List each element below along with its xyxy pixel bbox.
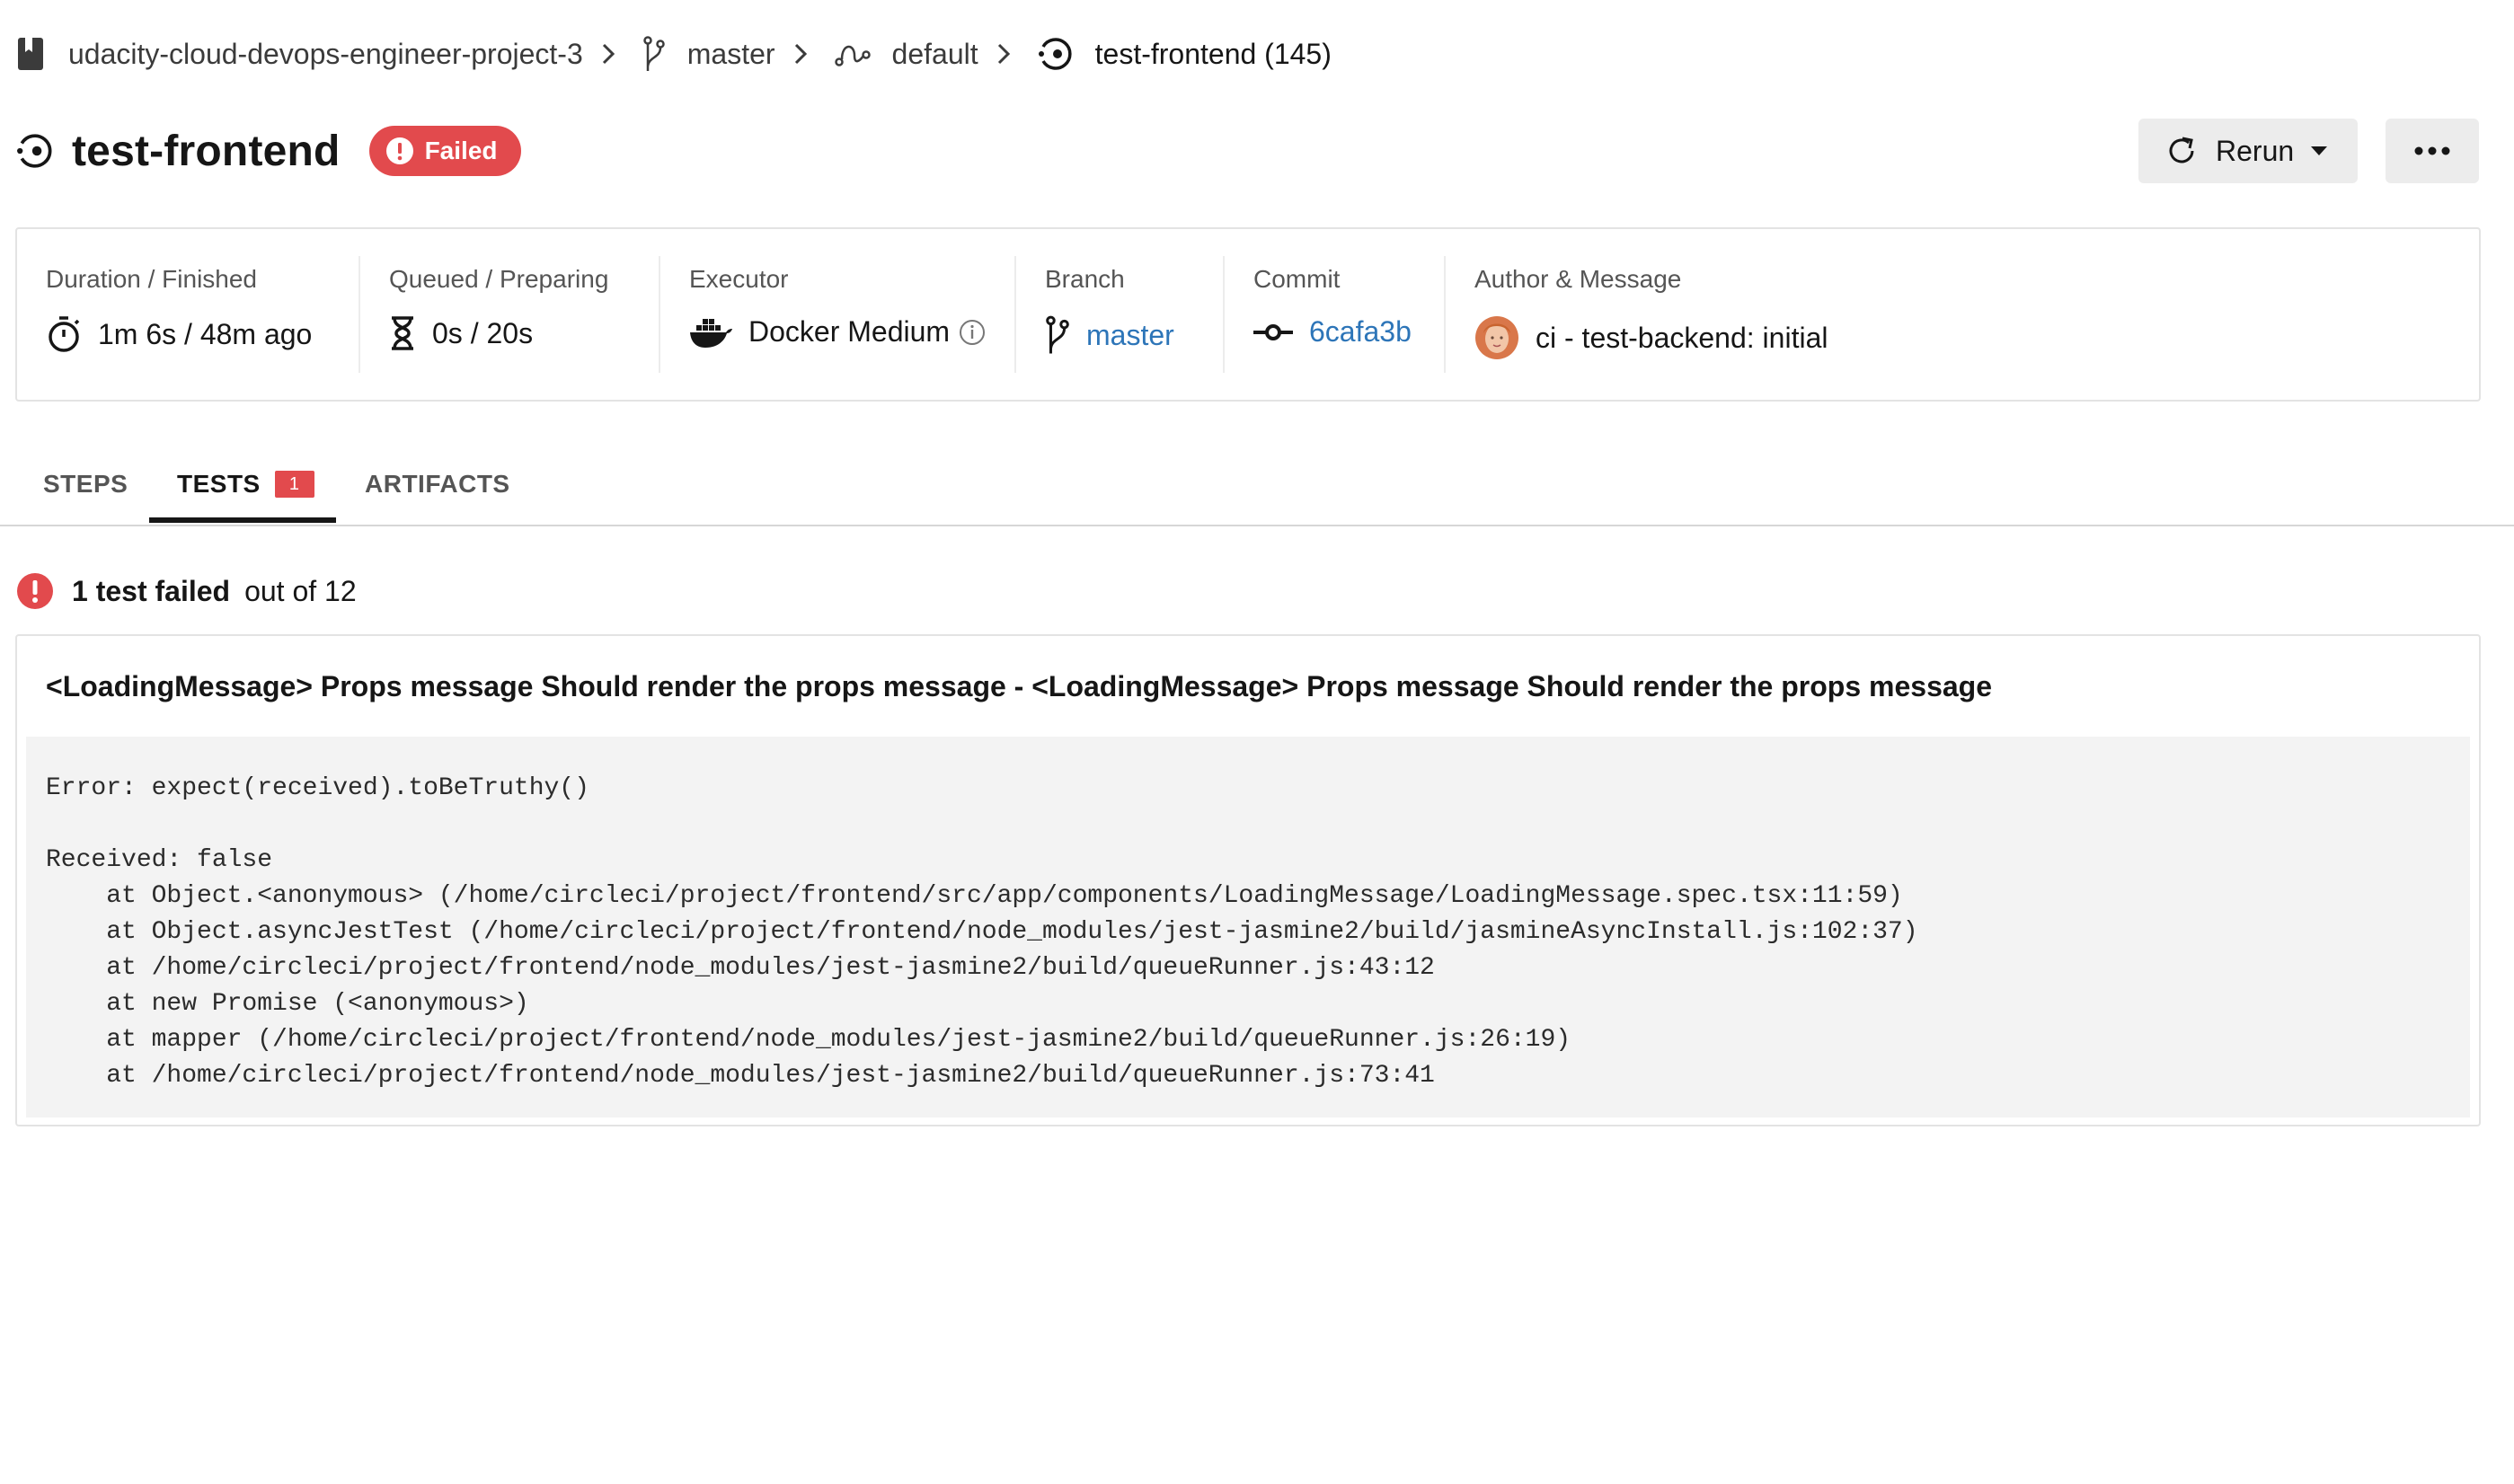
- breadcrumb-workflow-label: default: [891, 37, 978, 70]
- stopwatch-icon: [46, 315, 82, 353]
- job-tabs: STEPS TESTS 1 ARTIFACTS: [0, 442, 2514, 526]
- queued-value: 0s / 20s: [389, 315, 533, 351]
- git-branch-icon: [1045, 315, 1070, 355]
- status-badge: Failed: [368, 126, 521, 176]
- executor-value: Docker Medium: [689, 315, 986, 349]
- tab-tests[interactable]: TESTS 1: [177, 442, 314, 526]
- tab-artifacts-label: ARTIFACTS: [365, 470, 510, 498]
- error-output: Error: expect(received).toBeTruthy() Rec…: [26, 737, 2470, 1117]
- active-tab-indicator: [149, 517, 336, 523]
- executor-label: Executor: [689, 265, 789, 293]
- ellipsis-icon: [2414, 146, 2450, 155]
- commit-link[interactable]: 6cafa3b: [1309, 315, 1412, 349]
- author-value: ci - test-backend: initial: [1474, 315, 1828, 360]
- breadcrumb: udacity-cloud-devops-engineer-project-3 …: [18, 27, 1332, 81]
- failed-count-text: 1 test failed: [72, 574, 231, 607]
- chevron-right-icon: [793, 42, 808, 66]
- tab-steps-label: STEPS: [43, 470, 128, 498]
- branch-label: Branch: [1045, 265, 1125, 293]
- git-branch-icon: [642, 36, 666, 72]
- breadcrumb-project-label: udacity-cloud-devops-engineer-project-3: [68, 37, 583, 70]
- duration-text: 1m 6s / 48m ago: [98, 317, 313, 350]
- tests-count-badge: 1: [274, 471, 314, 498]
- tab-tests-label: TESTS: [177, 470, 261, 498]
- workflow-icon: [834, 40, 871, 67]
- breadcrumb-job-label: test-frontend (145): [1094, 37, 1332, 70]
- tab-steps[interactable]: STEPS: [43, 442, 128, 526]
- failed-test-card: <LoadingMessage> Props message Should re…: [15, 634, 2481, 1126]
- queued-label: Queued / Preparing: [389, 265, 609, 293]
- breadcrumb-project[interactable]: udacity-cloud-devops-engineer-project-3: [18, 37, 583, 71]
- chevron-right-icon: [996, 42, 1011, 66]
- queued-text: 0s / 20s: [432, 316, 534, 349]
- chevron-right-icon: [601, 42, 615, 66]
- total-count-text: out of 12: [244, 574, 357, 607]
- test-summary: 1 test failed out of 12: [16, 571, 357, 611]
- rerun-label: Rerun: [2216, 134, 2295, 167]
- job-icon: [1038, 36, 1074, 72]
- breadcrumb-job[interactable]: test-frontend (145): [1038, 36, 1332, 72]
- hourglass-icon: [389, 315, 416, 351]
- tab-artifacts[interactable]: ARTIFACTS: [365, 442, 510, 526]
- commit-value: 6cafa3b: [1253, 315, 1412, 349]
- error-output-text: Error: expect(received).toBeTruthy() Rec…: [46, 774, 1918, 1090]
- docker-icon: [689, 316, 732, 349]
- divider: [1444, 256, 1446, 373]
- avatar[interactable]: [1474, 315, 1519, 360]
- job-info-card: Duration / Finished 1m 6s / 48m ago Queu…: [15, 227, 2481, 402]
- refresh-icon: [2165, 135, 2198, 167]
- job-icon: [16, 132, 54, 170]
- caret-down-icon: [2310, 146, 2328, 156]
- rerun-button[interactable]: Rerun: [2138, 119, 2358, 183]
- author-message: ci - test-backend: initial: [1536, 321, 1828, 354]
- breadcrumb-branch-label: master: [686, 37, 775, 70]
- more-options-button[interactable]: [2386, 119, 2479, 183]
- breadcrumb-workflow[interactable]: default: [834, 37, 978, 71]
- divider: [359, 256, 360, 373]
- duration-label: Duration / Finished: [46, 265, 258, 293]
- exclamation-circle-icon: [16, 572, 54, 610]
- info-icon[interactable]: [959, 319, 986, 346]
- job-header: test-frontend Failed: [16, 122, 521, 180]
- exclamation-circle-icon: [385, 137, 414, 165]
- author-label: Author & Message: [1474, 265, 1682, 293]
- failed-test-name[interactable]: <LoadingMessage> Props message Should re…: [46, 670, 1992, 703]
- branch-value: master: [1045, 315, 1174, 355]
- divider: [1014, 256, 1016, 373]
- breadcrumb-branch[interactable]: master: [642, 36, 775, 72]
- status-label: Failed: [424, 137, 498, 164]
- page-title: test-frontend: [72, 127, 341, 175]
- branch-link[interactable]: master: [1086, 319, 1174, 352]
- duration-value: 1m 6s / 48m ago: [46, 315, 312, 353]
- commit-label: Commit: [1253, 265, 1341, 293]
- git-commit-icon: [1253, 322, 1293, 343]
- book-icon: [18, 37, 47, 71]
- executor-text: Docker Medium: [748, 315, 951, 348]
- divider: [1223, 256, 1225, 373]
- divider: [659, 256, 660, 373]
